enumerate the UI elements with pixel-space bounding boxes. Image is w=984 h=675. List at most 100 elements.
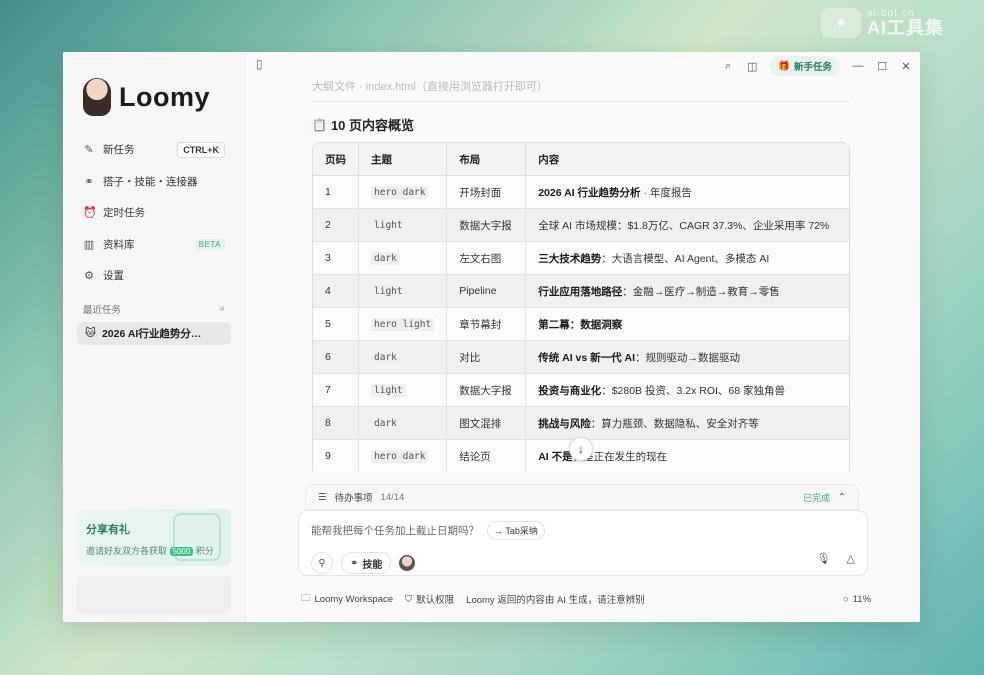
- tab-accept-label: Tab采纳: [505, 526, 538, 536]
- shortcut-badge: CTRL+K: [177, 141, 225, 158]
- theme-code: dark: [371, 350, 400, 364]
- footer: 🗀 Loomy Workspace ⛉ 默认权限 Loomy 返回的内容由 AI…: [301, 592, 871, 606]
- content-rest: ：$280B 投资、3.2x ROI、68 家独角兽: [601, 384, 786, 397]
- gift-icon: 🎁: [778, 60, 790, 72]
- cell-page: 5: [313, 308, 359, 341]
- cell-content: 三大技术趋势：大语言模型、AI Agent、多模态 AI: [526, 242, 849, 275]
- cell-page: 9: [313, 440, 359, 471]
- sidebar-item-label: 搭子・技能・连接器: [103, 175, 198, 188]
- topbar: ▯ ⌕ ◫ 🎁 新手任务 — ☐ ✕: [246, 52, 920, 76]
- permission-selector[interactable]: ⛉ 默认权限: [405, 592, 454, 607]
- cell-layout: 数据大字报: [447, 374, 527, 407]
- cell-content: 挑战与风险：算力瓶颈、数据隐私、安全对齐等: [526, 407, 849, 440]
- progress-ring-icon: ○: [842, 593, 849, 605]
- sidebar-item-label: 资料库: [103, 238, 135, 251]
- sidebar-item-library[interactable]: ▥ 资料库 BETA: [77, 229, 231, 261]
- context-usage[interactable]: ○ 11%: [843, 594, 871, 605]
- cell-layout: 结论页: [447, 440, 527, 471]
- agent-avatar[interactable]: [399, 555, 416, 571]
- brand[interactable]: Loomy: [83, 78, 231, 116]
- content-rest: ：金融→医疗→制造→教育→零售: [622, 285, 780, 298]
- cell-page: 7: [313, 374, 359, 407]
- cell-theme: dark: [359, 341, 448, 374]
- cell-theme: light: [359, 275, 448, 308]
- theme-code: light: [371, 218, 406, 232]
- column-header: 布局: [447, 143, 527, 176]
- folder-icon: 🗀: [301, 593, 311, 604]
- cell-theme: hero light: [359, 308, 448, 341]
- workspace-label: Loomy Workspace: [314, 593, 394, 605]
- cell-theme: hero dark: [359, 440, 448, 471]
- chevron-up-icon[interactable]: ⌃: [838, 492, 846, 503]
- sidebar-item-scheduled[interactable]: ⏰ 定时任务: [77, 197, 231, 229]
- table-row: 7 light 数据大字报 投资与商业化：$280B 投资、3.2x ROI、68 家…: [313, 374, 849, 407]
- content-rest: ：大语言模型、AI Agent、多模态 AI: [601, 252, 770, 265]
- scroll-down-button[interactable]: ↓: [569, 437, 593, 461]
- skill-label: 技能: [362, 559, 383, 571]
- cell-theme: dark: [359, 242, 448, 275]
- sidebar-toggle-icon[interactable]: ▯: [256, 57, 263, 71]
- chat-content: 大纲文件 · index.html（直接用浏览器打开即可） 📋 10 页内容概览…: [312, 76, 850, 471]
- table-row: 2 light 数据大字报 全球 AI 市场规模：$1.8万亿、CAGR 37.3%、…: [313, 209, 849, 242]
- sidebar-item-new-task[interactable]: ✎ 新任务 CTRL+K: [77, 134, 231, 166]
- content-bold: 传统 AI vs 新一代 AI: [538, 351, 636, 364]
- attach-button[interactable]: ⚲: [311, 552, 333, 574]
- cell-page: 1: [313, 176, 359, 209]
- recent-task-label: 2026 AI行业趋势分…: [101, 327, 202, 340]
- cell-layout: 章节幕封: [447, 308, 527, 341]
- section-title: 📋 10 页内容概览: [312, 115, 850, 134]
- todo-label: 待办事项: [334, 493, 373, 504]
- search-icon[interactable]: ⌕: [722, 60, 734, 73]
- content-bold: 2026 AI 行业趋势分析: [538, 186, 641, 199]
- content-bold: 第二幕：数据洞察: [538, 318, 623, 331]
- table-wrapper[interactable]: 页码 主题 布局 内容 1 hero dark 开场封面 2026 AI 行业趋势分析…: [312, 134, 850, 471]
- user-card[interactable]: [77, 576, 231, 614]
- overview-table: 页码 主题 布局 内容 1 hero dark 开场封面 2026 AI 行业趋势分析…: [312, 142, 850, 471]
- theme-code: hero dark: [371, 185, 429, 199]
- cell-content: 传统 AI vs 新一代 AI：规则驱动→数据驱动: [526, 341, 849, 374]
- sidebar-item-label: 新任务: [103, 144, 135, 157]
- sidebar-item-skills[interactable]: ⚭ 搭子・技能・连接器: [77, 166, 231, 198]
- cell-page: 3: [313, 242, 359, 275]
- table-row: 6 dark 对比 传统 AI vs 新一代 AI：规则驱动→数据驱动: [313, 341, 849, 374]
- panel-toggle-icon[interactable]: ◫: [746, 60, 758, 73]
- content-bold: AI 不是: [538, 450, 573, 463]
- cell-content: 行业应用落地路径：金融→医疗→制造→教育→零售: [526, 275, 849, 308]
- chat-input[interactable]: 能帮我把每个任务加上截止日期吗？ → Tab采纳 ⚲ ⚭ 技能 🎙 △: [298, 510, 868, 576]
- brand-avatar: [83, 78, 111, 116]
- recent-task-item[interactable]: 🐱 2026 AI行业趋势分…: [77, 321, 231, 345]
- todo-bar[interactable]: ☰ 待办事项 14/14 已完成 ⌃: [305, 484, 859, 510]
- share-card[interactable]: 分享有礼 邀请好友双方各获取 5000 积分: [77, 509, 231, 566]
- sidebar-item-settings[interactable]: ⚙ 设置: [77, 260, 231, 292]
- disclaimer: Loomy 返回的内容由 AI 生成，请注意辨别: [466, 595, 645, 606]
- watermark-logo-icon: ●: [821, 8, 861, 38]
- cell-layout: 数据大字报: [447, 209, 527, 242]
- sidebar-nav: ✎ 新任务 CTRL+K ⚭ 搭子・技能・连接器 ⏰ 定时任务 ▥ 资料库 BE…: [77, 134, 231, 292]
- shield-icon: ⛉: [405, 593, 413, 605]
- link-icon: ⚭: [350, 557, 359, 569]
- cell-page: 2: [313, 209, 359, 242]
- send-icon[interactable]: △: [847, 552, 855, 565]
- content-rest: ：规则驱动→数据驱动: [635, 351, 741, 364]
- content-bold: 投资与商业化: [538, 384, 602, 397]
- theme-code: hero dark: [371, 449, 429, 463]
- tab-accept-button[interactable]: → Tab采纳: [487, 521, 545, 540]
- search-icon[interactable]: ⌕: [220, 303, 225, 314]
- skill-button[interactable]: ⚭ 技能: [341, 552, 392, 574]
- minimize-icon[interactable]: —: [852, 60, 864, 72]
- microphone-icon[interactable]: 🎙: [817, 552, 831, 565]
- theme-code: dark: [371, 416, 400, 430]
- cell-theme: light: [359, 374, 448, 407]
- content-bold: 行业应用落地路径: [538, 285, 623, 298]
- newbie-tasks-button[interactable]: 🎁 新手任务: [770, 56, 840, 76]
- content-rest: 全球 AI 市场规模：$1.8万亿、CAGR 37.3%、企业采用率 72%: [538, 219, 830, 232]
- cell-page: 6: [313, 341, 359, 374]
- faded-previous-line: 大纲文件 · index.html（直接用浏览器打开即可）: [312, 76, 850, 102]
- share-desc-prefix: 邀请好友双方各获取: [86, 546, 168, 556]
- cell-layout: 左文右图: [447, 242, 527, 275]
- maximize-icon[interactable]: ☐: [876, 60, 888, 73]
- workspace-selector[interactable]: 🗀 Loomy Workspace: [301, 591, 393, 607]
- close-icon[interactable]: ✕: [900, 60, 912, 73]
- newbie-tasks-label: 新手任务: [793, 62, 832, 73]
- input-placeholder: 能帮我把每个任务加上截止日期吗？: [311, 525, 479, 537]
